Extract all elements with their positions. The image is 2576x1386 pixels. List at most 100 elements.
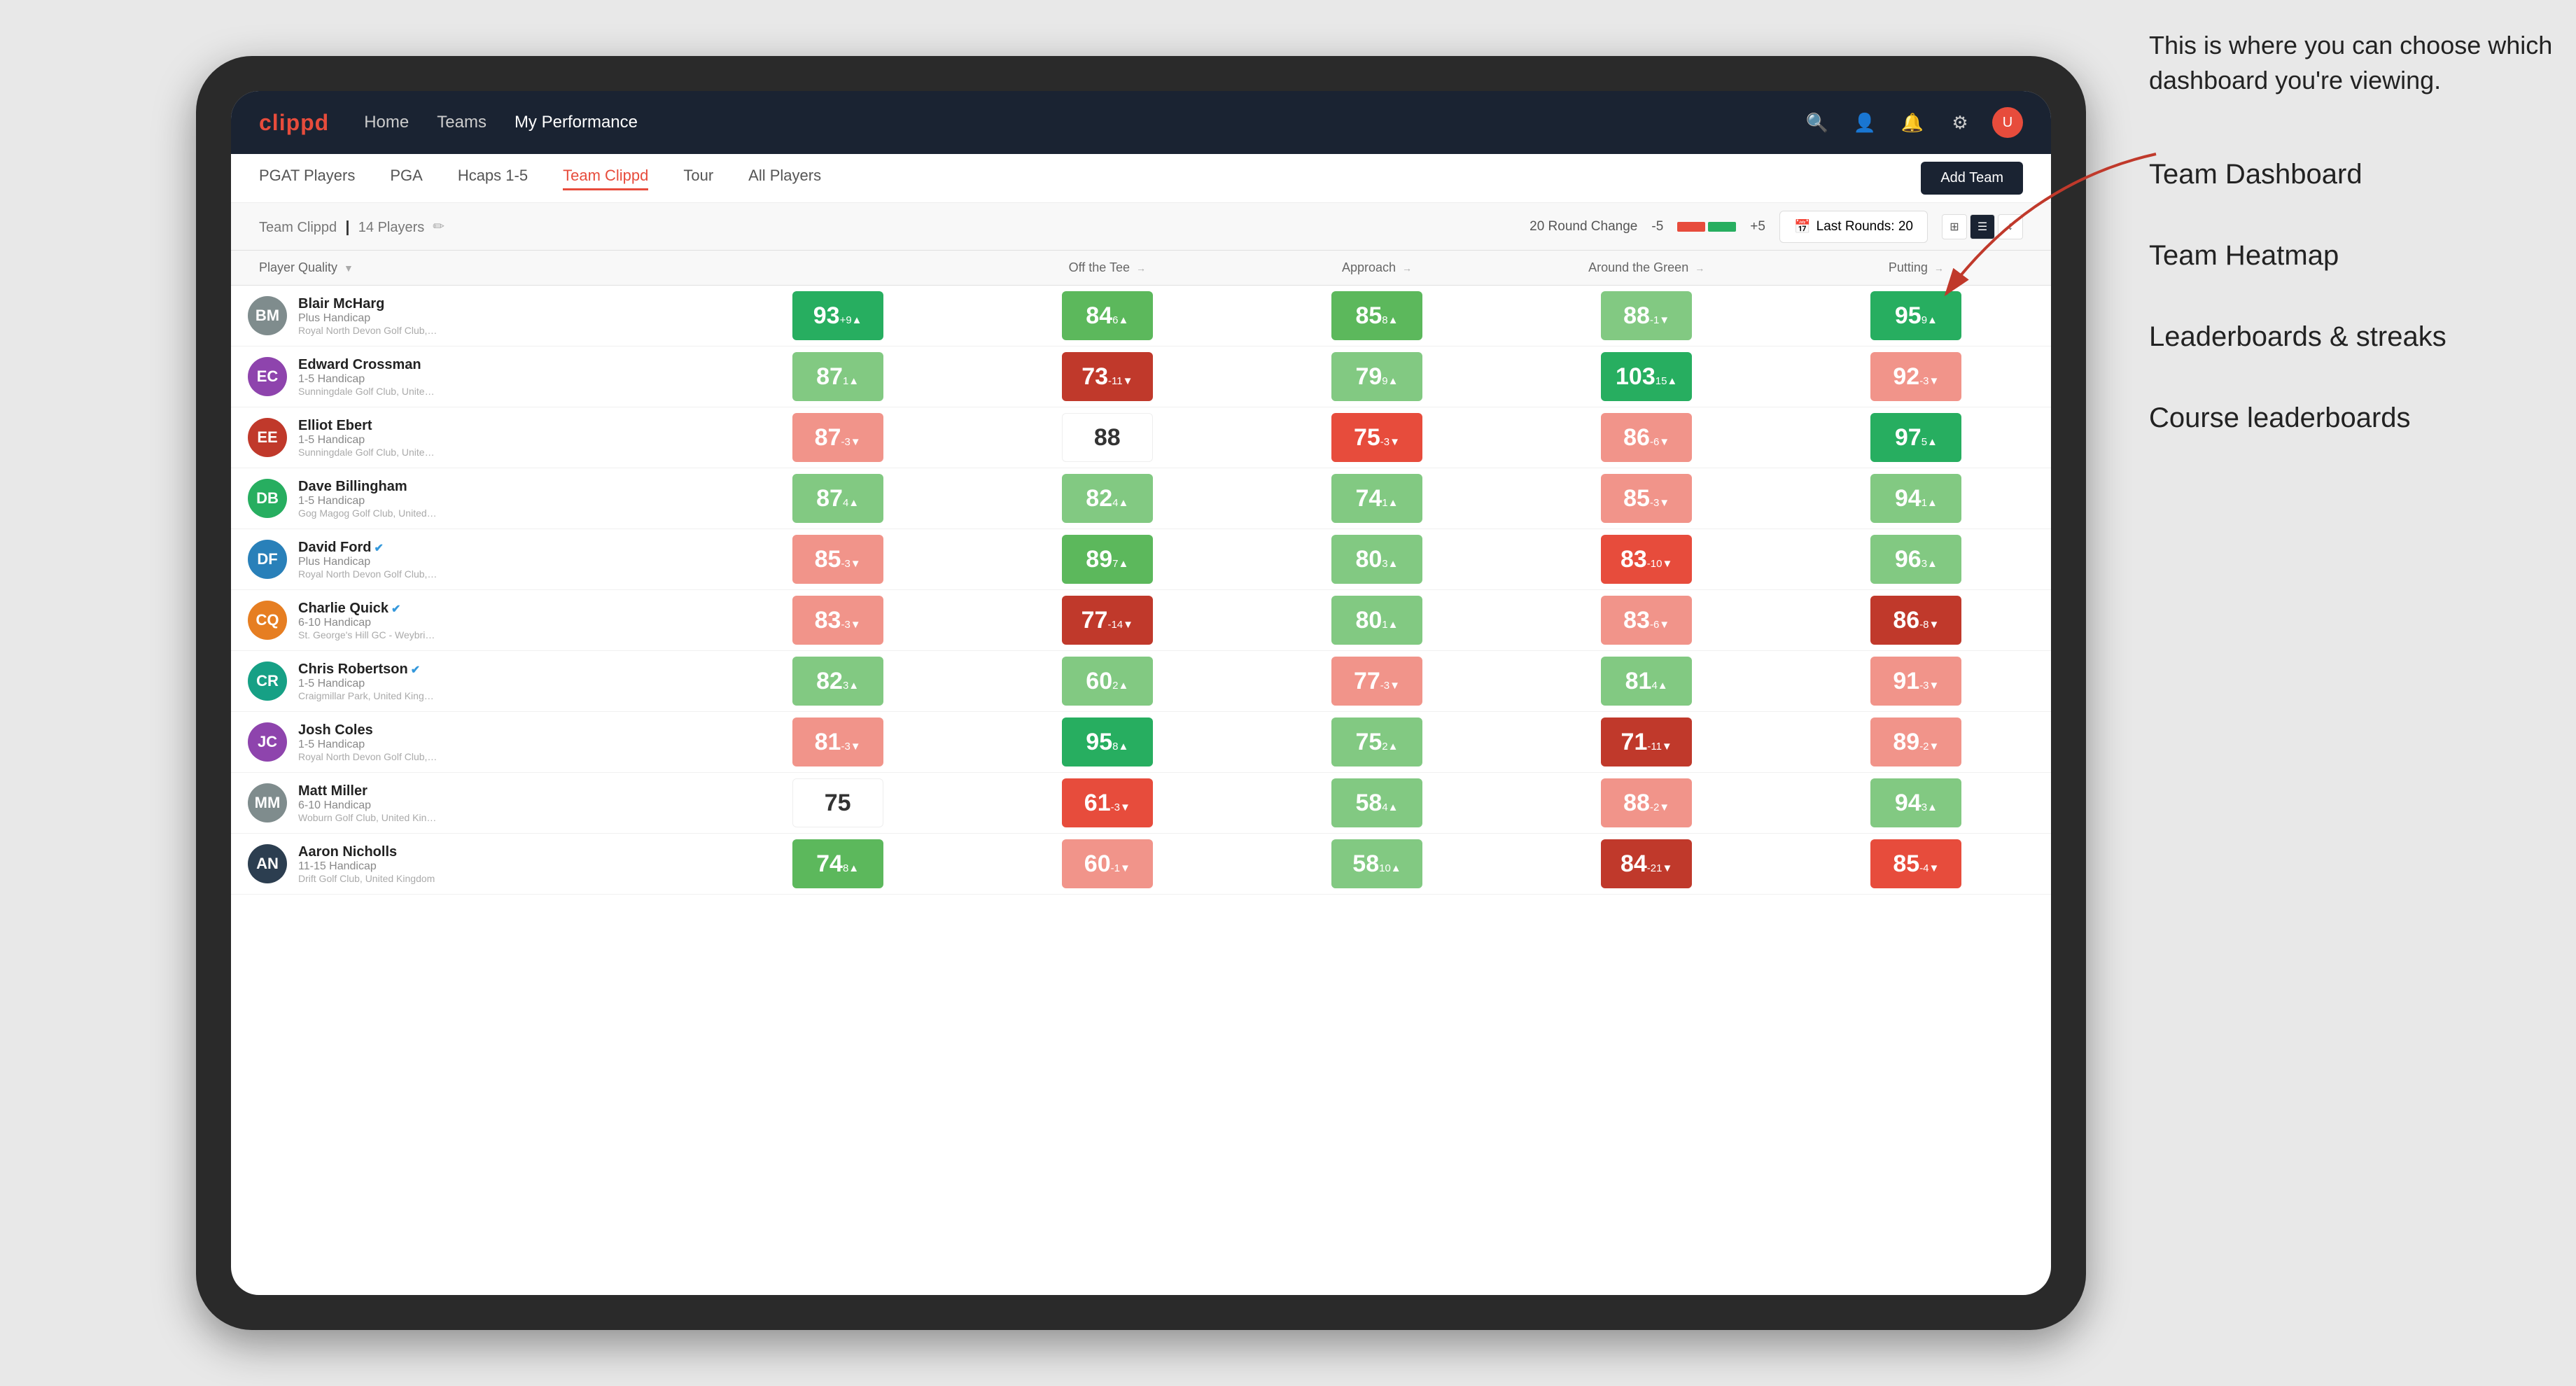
table-row[interactable]: CR Chris Robertson✔ 1-5 Handicap Craigmi… [231, 651, 2051, 712]
player-cell-2[interactable]: EE Elliot Ebert 1-5 Handicap Sunningdale… [231, 407, 703, 468]
score-cell: 88-2▼ [1512, 773, 1782, 834]
score-cell: 81-3▼ [703, 712, 972, 773]
user-icon[interactable]: 👤 [1849, 107, 1880, 138]
team-title: Team Clippd | 14 Players [259, 218, 424, 236]
score-cell: 83-3▼ [703, 590, 972, 651]
player-name: Blair McHarg [298, 296, 438, 312]
player-info: Edward Crossman 1-5 Handicap Sunningdale… [298, 357, 438, 397]
player-club: St. George's Hill GC - Weybridge - Surre… [298, 629, 438, 640]
player-hcp: 6-10 Handicap [298, 799, 438, 812]
player-cell-7[interactable]: JC Josh Coles 1-5 Handicap Royal North D… [231, 712, 703, 773]
score-cell: 874▲ [703, 468, 972, 529]
player-hcp: 1-5 Handicap [298, 495, 438, 507]
player-info: Matt Miller 6-10 Handicap Woburn Golf Cl… [298, 783, 438, 823]
table-row[interactable]: EE Elliot Ebert 1-5 Handicap Sunningdale… [231, 407, 2051, 468]
table-row[interactable]: JC Josh Coles 1-5 Handicap Royal North D… [231, 712, 2051, 773]
ipad-screen: clippd Home Teams My Performance 🔍 👤 🔔 ⚙… [231, 91, 2051, 1295]
nav-home[interactable]: Home [364, 109, 409, 136]
table-row[interactable]: DB Dave Billingham 1-5 Handicap Gog Mago… [231, 468, 2051, 529]
player-cell-1[interactable]: EC Edward Crossman 1-5 Handicap Sunningd… [231, 346, 703, 407]
table-row[interactable]: DF David Ford✔ Plus Handicap Royal North… [231, 529, 2051, 590]
annotation-item-2: Team Heatmap [2149, 222, 2555, 289]
player-club: Royal North Devon Golf Club, United King… [298, 568, 438, 580]
player-cell-3[interactable]: DB Dave Billingham 1-5 Handicap Gog Mago… [231, 468, 703, 529]
score-cell: 77-3▼ [1242, 651, 1511, 712]
team-header: Team Clippd | 14 Players ✏ 20 Round Chan… [231, 203, 2051, 251]
table-header-row: Player Quality ▼ Off the Tee → Approach … [231, 251, 2051, 286]
annotation-arrow [1890, 126, 2184, 322]
nav-links: Home Teams My Performance [364, 109, 1802, 136]
player-club: Craigmillar Park, United Kingdom [298, 690, 438, 701]
player-info: Elliot Ebert 1-5 Handicap Sunningdale Go… [298, 418, 438, 458]
bar-red [1677, 222, 1705, 232]
player-info: Josh Coles 1-5 Handicap Royal North Devo… [298, 722, 438, 762]
table-row[interactable]: EC Edward Crossman 1-5 Handicap Sunningd… [231, 346, 2051, 407]
subnav-all-players[interactable]: All Players [748, 167, 821, 190]
score-cell: 943▲ [1782, 773, 2051, 834]
player-info: Dave Billingham 1-5 Handicap Gog Magog G… [298, 479, 438, 519]
score-cell: 77-14▼ [972, 590, 1242, 651]
annotation-intro: This is where you can choose which dashb… [2149, 28, 2555, 99]
score-cell: 87-3▼ [703, 407, 972, 468]
score-cell: 85-3▼ [703, 529, 972, 590]
player-info: Aaron Nicholls 11-15 Handicap Drift Golf… [298, 844, 435, 884]
player-cell-5[interactable]: CQ Charlie Quick✔ 6-10 Handicap St. Geor… [231, 590, 703, 651]
verified-icon: ✔ [411, 664, 420, 676]
player-avatar: BM [248, 296, 287, 335]
nav-teams[interactable]: Teams [437, 109, 486, 136]
player-cell-0[interactable]: BM Blair McHarg Plus Handicap Royal Nort… [231, 286, 703, 346]
score-cell: 941▲ [1782, 468, 2051, 529]
table-row[interactable]: CQ Charlie Quick✔ 6-10 Handicap St. Geor… [231, 590, 2051, 651]
player-info: David Ford✔ Plus Handicap Royal North De… [298, 540, 438, 580]
player-club: Royal North Devon Golf Club, United King… [298, 325, 438, 336]
player-cell-6[interactable]: CR Chris Robertson✔ 1-5 Handicap Craigmi… [231, 651, 703, 712]
player-hcp: 6-10 Handicap [298, 617, 438, 629]
table-row[interactable]: MM Matt Miller 6-10 Handicap Woburn Golf… [231, 773, 2051, 834]
col-header-approach: Approach → [1242, 251, 1511, 286]
score-cell: 10315▲ [1512, 346, 1782, 407]
score-cell: 5810▲ [1242, 834, 1511, 895]
col-header-player: Player Quality ▼ [231, 251, 703, 286]
annotation-item-1: Team Dashboard [2149, 141, 2555, 208]
player-avatar: EE [248, 418, 287, 457]
subnav-tour[interactable]: Tour [683, 167, 713, 190]
subnav-team-clippd[interactable]: Team Clippd [563, 167, 648, 190]
round-change-label: 20 Round Change [1530, 219, 1637, 234]
score-cell: 963▲ [1782, 529, 2051, 590]
player-club: Woburn Golf Club, United Kingdom [298, 812, 438, 823]
subnav-pgat[interactable]: PGAT Players [259, 167, 355, 190]
score-cell: 92-3▼ [1782, 346, 2051, 407]
score-cell: 89-2▼ [1782, 712, 2051, 773]
player-name: Josh Coles [298, 722, 438, 738]
edit-icon[interactable]: ✏ [433, 218, 444, 235]
score-cell: 88 [972, 407, 1242, 468]
score-cell: 84-21▼ [1512, 834, 1782, 895]
score-cell: 975▲ [1782, 407, 2051, 468]
player-cell-4[interactable]: DF David Ford✔ Plus Handicap Royal North… [231, 529, 703, 590]
player-hcp: 1-5 Handicap [298, 373, 438, 386]
score-cell: 814▲ [1512, 651, 1782, 712]
score-cell: 799▲ [1242, 346, 1511, 407]
score-cell: 958▲ [972, 712, 1242, 773]
subnav-hcaps[interactable]: Hcaps 1-5 [458, 167, 528, 190]
player-cell-9[interactable]: AN Aaron Nicholls 11-15 Handicap Drift G… [231, 834, 703, 895]
subnav-pga[interactable]: PGA [390, 167, 422, 190]
table-container: Player Quality ▼ Off the Tee → Approach … [231, 251, 2051, 1295]
player-avatar: CQ [248, 601, 287, 640]
player-info: Blair McHarg Plus Handicap Royal North D… [298, 296, 438, 336]
score-cell: 60-1▼ [972, 834, 1242, 895]
player-cell-8[interactable]: MM Matt Miller 6-10 Handicap Woburn Golf… [231, 773, 703, 834]
player-name: Dave Billingham [298, 479, 438, 495]
table-row[interactable]: AN Aaron Nicholls 11-15 Handicap Drift G… [231, 834, 2051, 895]
score-cell: 846▲ [972, 286, 1242, 346]
search-icon[interactable]: 🔍 [1802, 107, 1833, 138]
player-name: Chris Robertson✔ [298, 662, 438, 678]
annotation-area: This is where you can choose which dashb… [2149, 28, 2555, 465]
player-club: Drift Golf Club, United Kingdom [298, 873, 435, 884]
score-cell: 858▲ [1242, 286, 1511, 346]
round-change-bar [1677, 222, 1736, 232]
score-cell: 75-3▼ [1242, 407, 1511, 468]
table-row[interactable]: BM Blair McHarg Plus Handicap Royal Nort… [231, 286, 2051, 346]
player-club: Sunningdale Golf Club, United Kingdom [298, 447, 438, 458]
nav-my-performance[interactable]: My Performance [514, 109, 638, 136]
